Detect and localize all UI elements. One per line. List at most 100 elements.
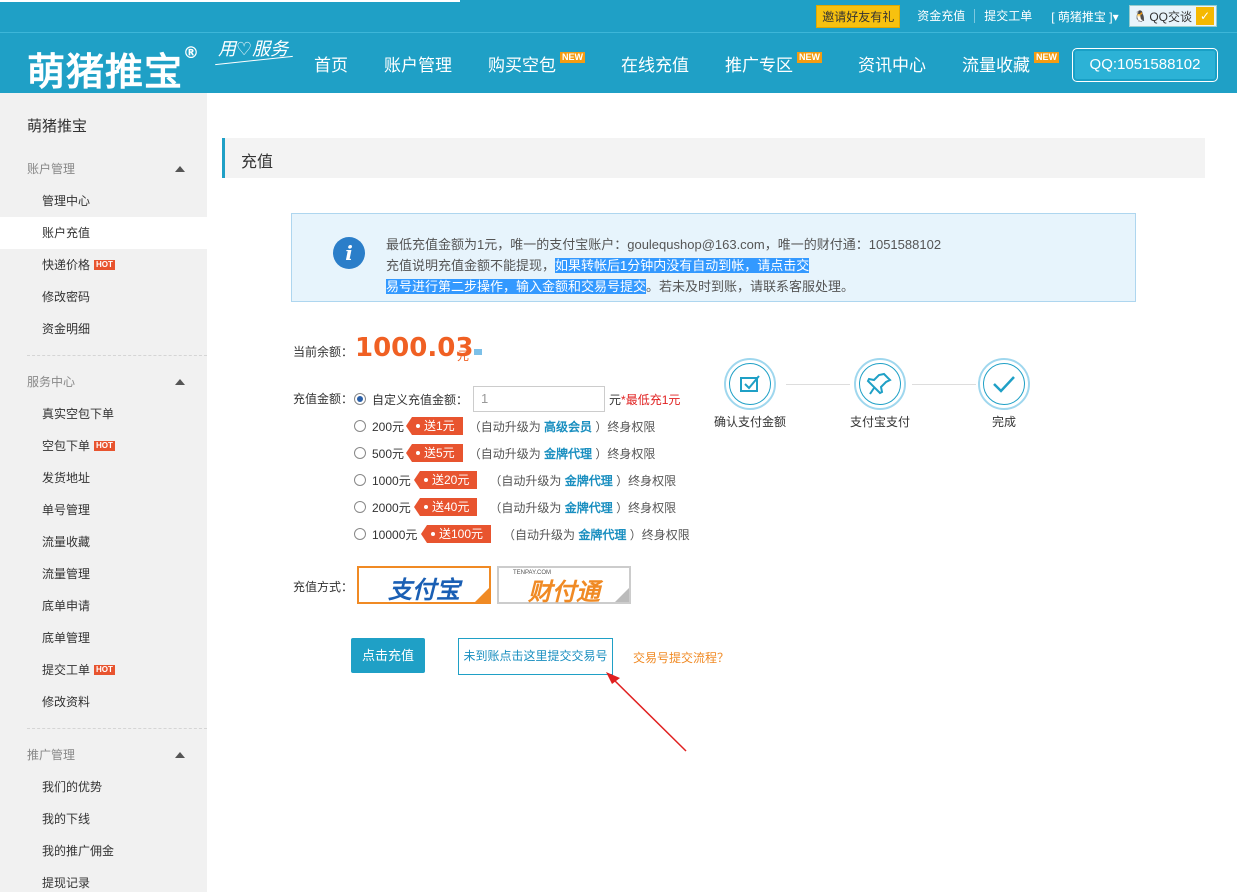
sidebar-item-traffic-favorites[interactable]: 流量收藏 bbox=[0, 526, 207, 558]
upgrade-suffix: ）终身权限 bbox=[595, 419, 656, 434]
radio-10000[interactable] bbox=[354, 528, 366, 540]
sidebar-item-edit-profile[interactable]: 修改资料 bbox=[0, 686, 207, 718]
balance-label: 当前余额： bbox=[293, 345, 354, 359]
tenpay-option[interactable]: TENPAY.COM 财付通 bbox=[497, 566, 631, 606]
radio-2000[interactable] bbox=[354, 501, 366, 513]
upgrade-note: （自动升级为 金牌代理 ）终身权限 bbox=[489, 472, 676, 489]
radio-custom[interactable] bbox=[354, 393, 366, 405]
sidebar-item-label: 流量管理 bbox=[42, 567, 91, 581]
nav-label: 购买空包 bbox=[488, 56, 556, 75]
notice-highlight: 如果转帐后1分钟内没有自动到帐，请点击交 bbox=[555, 258, 810, 273]
upgrade-note: （自动升级为 金牌代理 ）终身权限 bbox=[489, 499, 676, 516]
custom-amount-input[interactable]: 1 bbox=[473, 386, 606, 412]
sidebar-item-receipt-manage[interactable]: 底单管理 bbox=[0, 622, 207, 654]
recharge-button[interactable]: 点击充值 bbox=[351, 638, 425, 673]
sidebar-item-label: 单号管理 bbox=[42, 503, 91, 517]
submit-transaction-button[interactable]: 未到账点击这里提交交易号 bbox=[458, 638, 613, 675]
sidebar-item-label: 底单管理 bbox=[42, 631, 91, 645]
sidebar-item-downline[interactable]: 我的下线 bbox=[0, 803, 207, 835]
sidebar-group-header[interactable]: 服务中心 bbox=[0, 366, 207, 398]
collapse-arrow-icon bbox=[175, 752, 185, 758]
radio-1000[interactable] bbox=[354, 474, 366, 486]
top-recharge-link[interactable]: 资金充值 bbox=[908, 9, 974, 23]
site-logo[interactable]: 萌猪推宝® bbox=[27, 41, 200, 96]
nav-home[interactable]: 首页 bbox=[314, 51, 348, 76]
qq-number-button[interactable]: QQ:1051588102 bbox=[1072, 48, 1218, 82]
sidebar-item-express-price[interactable]: 快递价格 HOT bbox=[0, 249, 207, 281]
sidebar-item-change-password[interactable]: 修改密码 bbox=[0, 281, 207, 313]
sidebar-item-package-order[interactable]: 空包下单 HOT bbox=[0, 430, 207, 462]
top-ticket-link[interactable]: 提交工单 bbox=[974, 9, 1041, 23]
sidebar-item-label: 快递价格 bbox=[42, 258, 91, 272]
option-amount: 1000元 bbox=[372, 473, 411, 488]
option-amount: 500元 bbox=[372, 446, 405, 461]
sidebar-item-commission[interactable]: 我的推广佣金 bbox=[0, 835, 207, 867]
nav-buy-packages[interactable]: 购买空包 NEW bbox=[488, 51, 585, 76]
upgrade-prefix: （自动升级为 bbox=[489, 500, 562, 515]
info-notice: i 最低充值金额为1元，唯一的支付宝账户：goulequshop@163.com… bbox=[291, 213, 1136, 302]
sidebar-item-label: 底单申请 bbox=[42, 599, 91, 613]
sidebar-item-traffic-manage[interactable]: 流量管理 bbox=[0, 558, 207, 590]
sidebar-item-receipt-apply[interactable]: 底单申请 bbox=[0, 590, 207, 622]
nav-traffic-favorites[interactable]: 流量收藏 NEW bbox=[962, 51, 1059, 76]
radio-500[interactable] bbox=[354, 447, 366, 459]
sidebar-group-header[interactable]: 推广管理 bbox=[0, 739, 207, 771]
group-title: 服务中心 bbox=[27, 375, 76, 389]
invite-friends-link[interactable]: 邀请好友有礼 bbox=[816, 4, 901, 28]
sidebar-item-withdraw-records[interactable]: 提现记录 bbox=[0, 867, 207, 892]
method-label: 充值方式： bbox=[293, 580, 354, 594]
bonus-tag: 送5元 bbox=[406, 444, 463, 462]
qq-chat-button[interactable]: 🐧 QQ交谈 ✓ bbox=[1128, 5, 1217, 27]
page-title: 充值 bbox=[241, 154, 274, 171]
amount-label: 充值金额： bbox=[293, 392, 354, 406]
user-menu[interactable]: [ 萌猪推宝 ]▾ bbox=[1041, 8, 1128, 25]
sidebar-item-fund-details[interactable]: 资金明细 bbox=[0, 313, 207, 345]
annotation-arrow bbox=[606, 672, 687, 752]
nav-promotion[interactable]: 推广专区 NEW bbox=[725, 51, 822, 76]
sidebar-item-ship-address[interactable]: 发货地址 bbox=[0, 462, 207, 494]
message-icon[interactable] bbox=[474, 349, 482, 355]
sidebar-item-label: 提现记录 bbox=[42, 876, 91, 890]
bonus-tag: 送1元 bbox=[406, 417, 463, 435]
amount-option-200: 200元 送1元 （自动升级为 高级会员 ）终身权限 bbox=[354, 417, 655, 435]
page-header: 充值 bbox=[222, 138, 1205, 178]
upgrade-note: （自动升级为 金牌代理 ）终身权限 bbox=[503, 526, 690, 543]
upgrade-level: 金牌代理 bbox=[564, 500, 613, 515]
sidebar-item-account-recharge[interactable]: 账户充值 bbox=[0, 217, 207, 249]
penguin-icon: 🐧 bbox=[1133, 10, 1148, 23]
upgrade-suffix: ）终身权限 bbox=[629, 527, 690, 542]
nav-recharge[interactable]: 在线充值 bbox=[621, 51, 689, 76]
sidebar-item-tracking-numbers[interactable]: 单号管理 bbox=[0, 494, 207, 526]
notice-text: 最低充值金额为1元，唯一的支付宝账户：goulequshop@163.com，唯… bbox=[386, 234, 946, 297]
bonus-tag: 送20元 bbox=[413, 471, 478, 489]
nav-label: 资讯中心 bbox=[858, 56, 926, 75]
sidebar-item-real-order[interactable]: 真实空包下单 bbox=[0, 398, 207, 430]
radio-200[interactable] bbox=[354, 420, 366, 432]
main-header: 萌猪推宝® 用♡服务 首页 账户管理 购买空包 NEW 在线充值 推广专区 NEW … bbox=[0, 32, 1237, 96]
sidebar-item-manage-center[interactable]: 管理中心 bbox=[0, 185, 207, 217]
custom-option-label: 自定义充值金额： bbox=[372, 392, 469, 407]
step-alipay bbox=[854, 358, 906, 410]
custom-amount-option: 自定义充值金额： 1 元 *最低充1元 bbox=[354, 386, 680, 412]
nav-label: 账户管理 bbox=[384, 56, 452, 75]
new-badge: NEW bbox=[1034, 52, 1059, 63]
alipay-option[interactable]: 支付宝 bbox=[357, 566, 491, 604]
balance-unit: 元 bbox=[457, 349, 470, 363]
upgrade-note: （自动升级为 高级会员 ）终身权限 bbox=[469, 418, 656, 435]
amount-option-500: 500元 送5元 （自动升级为 金牌代理 ）终身权限 bbox=[354, 444, 655, 462]
sidebar-item-advantages[interactable]: 我们的优势 bbox=[0, 771, 207, 803]
sidebar-group-header[interactable]: 账户管理 bbox=[0, 153, 207, 185]
transaction-flow-link[interactable]: 交易号提交流程？ bbox=[633, 649, 729, 666]
amount-option-10000: 10000元 送100元 （自动升级为 金牌代理 ）终身权限 bbox=[354, 525, 690, 543]
top-highlight-line bbox=[0, 0, 460, 2]
upgrade-prefix: （自动升级为 bbox=[489, 473, 562, 488]
user-name: [ 萌猪推宝 ] bbox=[1051, 9, 1113, 24]
sidebar-item-label: 发货地址 bbox=[42, 471, 91, 485]
edit-check-icon bbox=[740, 375, 760, 392]
amount-option-2000: 2000元 送40元 （自动升级为 金牌代理 ）终身权限 bbox=[354, 498, 676, 516]
sidebar-item-submit-ticket[interactable]: 提交工单 HOT bbox=[0, 654, 207, 686]
top-utility-bar: 邀请好友有礼 资金充值 提交工单 [ 萌猪推宝 ]▾ 🐧 QQ交谈 ✓ bbox=[0, 0, 1237, 32]
nav-account[interactable]: 账户管理 bbox=[384, 51, 452, 76]
nav-news[interactable]: 资讯中心 bbox=[858, 51, 926, 76]
sidebar-item-label: 真实空包下单 bbox=[42, 407, 115, 421]
